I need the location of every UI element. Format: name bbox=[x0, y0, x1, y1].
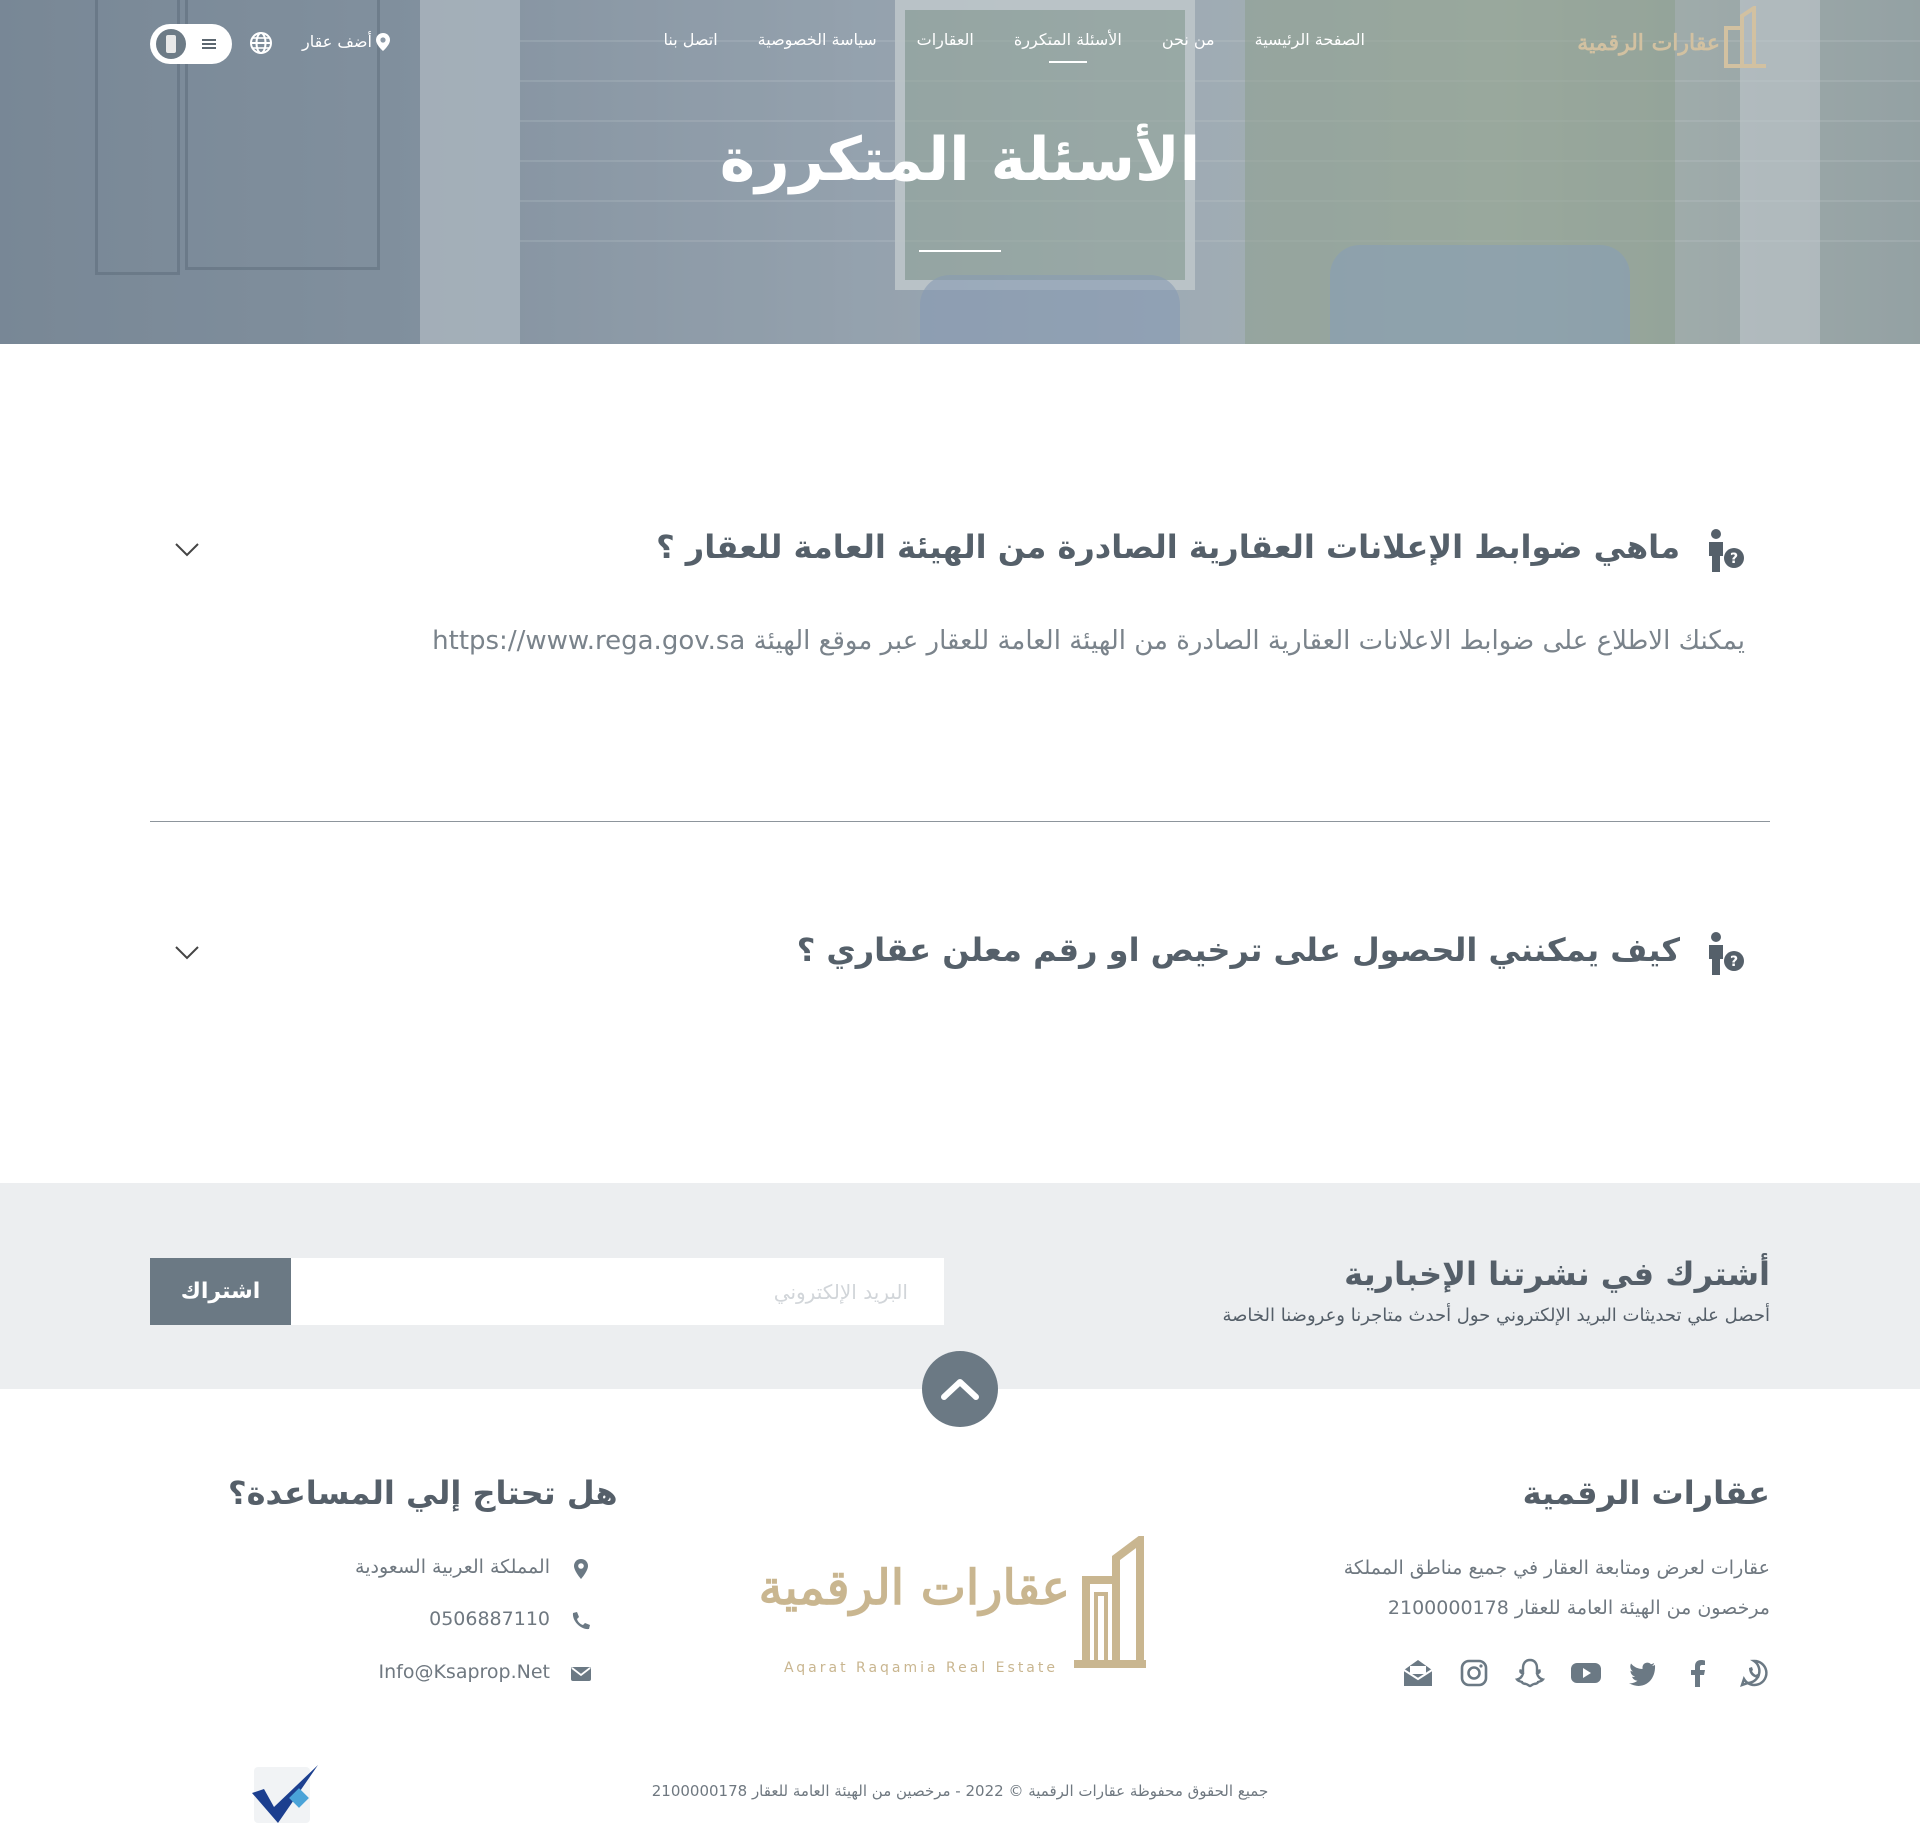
footer-help-title: هل تحتاج إلي المساعدة؟ bbox=[228, 1474, 618, 1512]
add-property-link[interactable]: أضف عقار bbox=[302, 32, 390, 51]
facebook-icon[interactable] bbox=[1682, 1657, 1714, 1689]
instagram-icon[interactable] bbox=[1458, 1657, 1490, 1689]
email-open-icon[interactable] bbox=[1402, 1657, 1434, 1689]
faq-divider bbox=[150, 821, 1770, 822]
checkmark-badge-icon bbox=[252, 1765, 318, 1823]
footer-logo-tagline: Aqarat Raqamia Real Estate bbox=[783, 1660, 1058, 1676]
whatsapp-icon[interactable] bbox=[1738, 1657, 1770, 1689]
svg-text:?: ? bbox=[1730, 551, 1738, 567]
footer-about-line: عقارات لعرض ومتابعة العقار في جميع مناطق… bbox=[1343, 1557, 1770, 1579]
building-logo-icon bbox=[1724, 6, 1766, 68]
building-logo-icon bbox=[1074, 1536, 1146, 1668]
twitter-icon[interactable] bbox=[1626, 1657, 1658, 1689]
footer-logo-name: عقارات الرقمية bbox=[758, 1560, 1070, 1616]
footer-license-line: مرخصون من الهيئة العامة للعقار 210000017… bbox=[1387, 1597, 1770, 1619]
hamburger-menu-icon bbox=[202, 39, 216, 49]
footer-logo: عقارات الرقمية Aqarat Raqamia Real Estat… bbox=[759, 1536, 1150, 1676]
brand-logo[interactable]: عقارات الرقمية bbox=[1577, 6, 1770, 68]
footer-about-title: عقارات الرقمية bbox=[1522, 1474, 1770, 1512]
svg-text:?: ? bbox=[1730, 954, 1738, 970]
menu-properties[interactable]: العقارات bbox=[917, 30, 974, 49]
person-question-icon: ? bbox=[1709, 529, 1744, 572]
menu-about[interactable]: من نحن bbox=[1162, 30, 1215, 49]
brand-logo-text: عقارات الرقمية bbox=[1577, 30, 1720, 56]
contact-address-text: المملكة العربية السعودية bbox=[355, 1556, 550, 1578]
snapchat-icon[interactable] bbox=[1514, 1657, 1546, 1689]
hero-banner: عقارات الرقمية الصفحة الرئيسية من نحن ال… bbox=[0, 0, 1920, 344]
envelope-icon bbox=[571, 1667, 591, 1681]
chevron-down-icon[interactable] bbox=[174, 945, 200, 961]
menu-home[interactable]: الصفحة الرئيسية bbox=[1255, 30, 1365, 49]
contact-phone[interactable]: 0506887110 bbox=[330, 1606, 592, 1636]
top-navigation: عقارات الرقمية الصفحة الرئيسية من نحن ال… bbox=[0, 0, 1920, 88]
faq-item: ? ماهي ضوابط الإعلانات العقارية الصادرة … bbox=[150, 520, 1770, 660]
newsletter-email-input[interactable] bbox=[290, 1258, 944, 1325]
verification-badge-logo bbox=[248, 1763, 324, 1825]
menu-faq[interactable]: الأسئلة المتكررة bbox=[1014, 30, 1122, 63]
newsletter-subtitle: أحصل علي تحديثات البريد الإلكتروني حول أ… bbox=[1222, 1305, 1771, 1326]
phone-icon bbox=[572, 1612, 590, 1630]
social-links bbox=[1402, 1657, 1770, 1689]
page-title: الأسئلة المتكررة bbox=[719, 125, 1201, 195]
location-pin-icon bbox=[375, 32, 390, 51]
subscribe-button[interactable]: اشتراك bbox=[150, 1258, 291, 1325]
contact-email-text: Info@Ksaprop.Net bbox=[378, 1661, 551, 1683]
globe-language-icon[interactable] bbox=[248, 30, 274, 56]
user-menu-toggle[interactable] bbox=[150, 24, 232, 64]
contact-phone-text: 0506887110 bbox=[429, 1608, 550, 1630]
faq-question[interactable]: ماهي ضوابط الإعلانات العقارية الصادرة من… bbox=[656, 528, 1680, 566]
faq-question[interactable]: كيف يمكنني الحصول على ترخيص او رقم معلن … bbox=[797, 931, 1680, 969]
faq-item: ? كيف يمكنني الحصول على ترخيص او رقم معل… bbox=[150, 923, 1770, 983]
person-question-icon: ? bbox=[1709, 932, 1744, 975]
main-menu: الصفحة الرئيسية من نحن الأسئلة المتكررة … bbox=[664, 30, 1365, 63]
menu-contact[interactable]: اتصل بنا bbox=[664, 30, 718, 49]
chevron-down-icon[interactable] bbox=[174, 542, 200, 558]
title-underline bbox=[919, 250, 1001, 252]
contact-email[interactable]: Info@Ksaprop.Net bbox=[330, 1659, 592, 1689]
scroll-to-top-button[interactable] bbox=[922, 1351, 998, 1427]
add-property-label: أضف عقار bbox=[302, 32, 372, 51]
avatar bbox=[156, 29, 186, 59]
youtube-icon[interactable] bbox=[1570, 1657, 1602, 1689]
faq-answer: يمكنك الاطلاع على ضوابط الاعلانات العقار… bbox=[432, 626, 1745, 656]
newsletter-title: أشترك في نشرتنا الإخبارية bbox=[1344, 1255, 1770, 1293]
contact-address: المملكة العربية السعودية bbox=[330, 1554, 592, 1584]
menu-privacy-policy[interactable]: سياسة الخصوصية bbox=[758, 30, 877, 49]
location-pin-icon bbox=[574, 1559, 588, 1579]
chevron-up-icon bbox=[941, 1379, 979, 1400]
